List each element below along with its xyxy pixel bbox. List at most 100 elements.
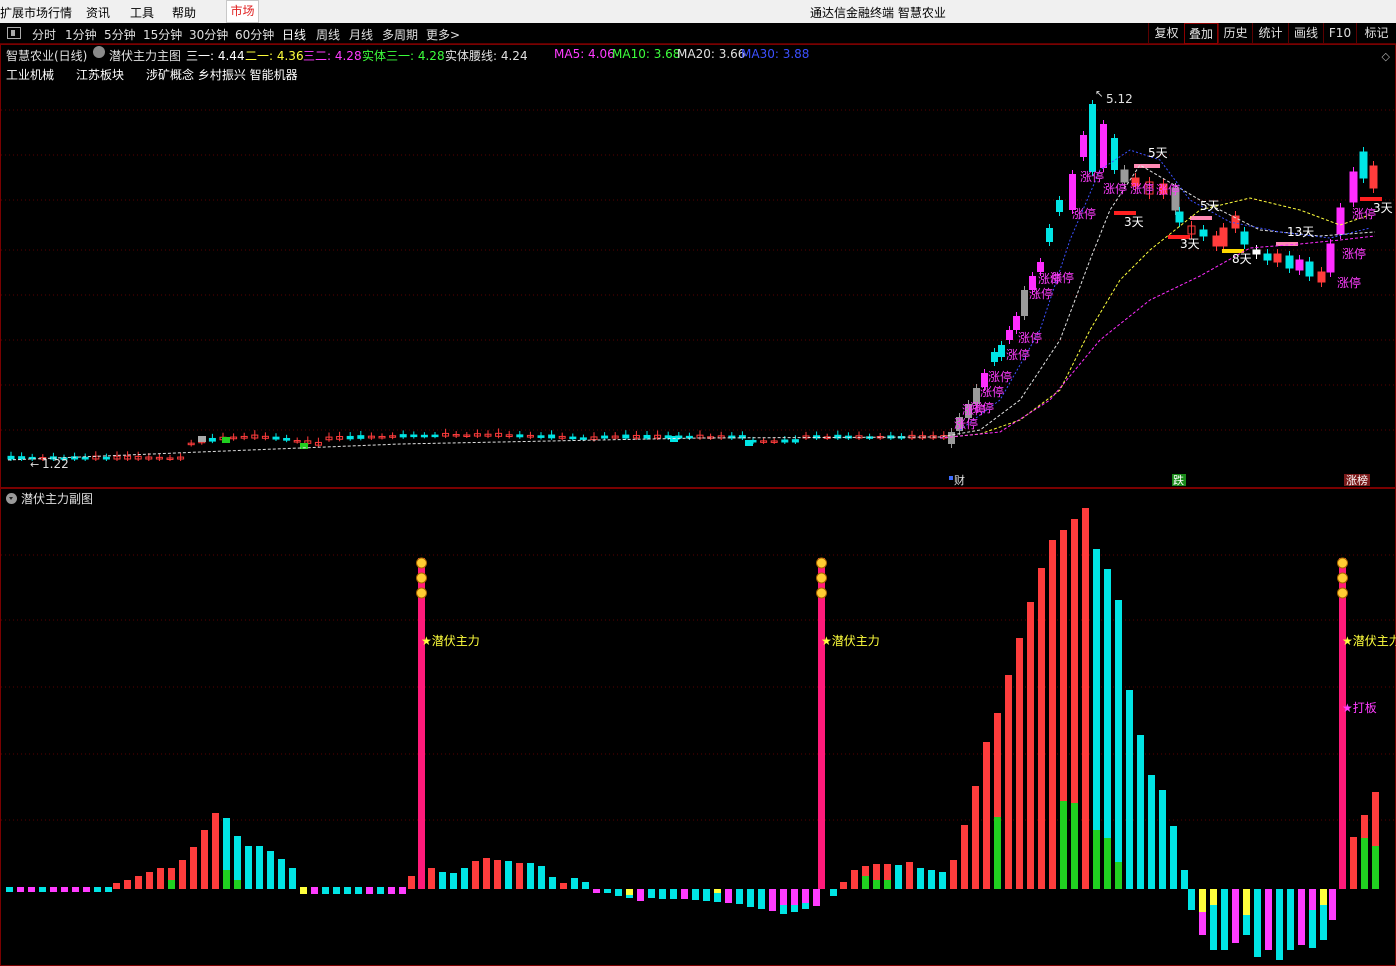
expand-diamond-icon[interactable]: ◇ [1382, 50, 1390, 63]
indicator-bar [582, 882, 589, 889]
indicator-bar [1104, 838, 1111, 889]
indicator-bar [884, 880, 891, 889]
indicator-bar [1126, 690, 1133, 889]
candle-body [791, 439, 799, 443]
indicator-bar [135, 876, 142, 889]
limit-up-label: 涨停 [980, 384, 1004, 399]
menu-help[interactable]: 帮助 [172, 4, 196, 21]
indicator-bar [1027, 602, 1034, 889]
indicator-bar [105, 887, 112, 892]
sub-indicator-name[interactable]: 潜伏主力副图 [21, 492, 93, 506]
period-60min[interactable]: 60分钟 [235, 26, 274, 43]
indicator-bar [1005, 675, 1012, 889]
candle-body [1006, 330, 1013, 340]
candle-body [1013, 316, 1020, 330]
line-value-4: 实体三一: 4.28 [362, 49, 445, 63]
menu-tools[interactable]: 工具 [130, 4, 154, 21]
limit-up-label: 涨停 [1072, 206, 1096, 221]
period-30min[interactable]: 30分钟 [189, 26, 228, 43]
indicator-bar [1298, 889, 1305, 908]
main-kline-chart[interactable]: 5.12↖← 1.22涨停涨停涨停涨停涨停涨停涨停涨停涨停涨停涨停涨停涨停 涨停 涨停… [0, 44, 1396, 488]
mark-button[interactable]: 标记 [1356, 23, 1396, 44]
concept-tag-2[interactable]: 江苏板块 [76, 66, 124, 83]
overlay-button[interactable]: 叠加 [1184, 23, 1218, 44]
indicator-bar [670, 889, 677, 899]
indicator-bar [747, 889, 754, 907]
restore-rights-button[interactable]: 复权 [1148, 23, 1184, 44]
history-button[interactable]: 历史 [1218, 23, 1252, 44]
indicator-bar [1350, 837, 1357, 889]
limit-up-label: 涨停 [1337, 275, 1361, 290]
ma20-value: MA20: 3.66 [677, 47, 746, 61]
indicator-bar [223, 870, 230, 889]
candle-body [1219, 227, 1228, 247]
indicator-bar [83, 887, 90, 892]
draw-line-button[interactable]: 画线 [1288, 23, 1323, 44]
candle-body [1037, 262, 1044, 272]
indicator-bar [917, 868, 924, 889]
limit-up-label: 涨停 [1103, 181, 1127, 196]
indicator-bar [593, 889, 600, 893]
indicator-bar [1287, 889, 1294, 950]
indicator-bar [300, 887, 307, 894]
candle-body [579, 437, 587, 440]
indicator-bar [736, 889, 743, 904]
candle-body [399, 434, 407, 438]
period-15min[interactable]: 15分钟 [143, 26, 182, 43]
sub-indicator-chart[interactable]: ★潜伏主力 ★潜伏主力 ★潜伏主力 ★打板 [0, 488, 1396, 966]
indicator-bar [626, 889, 633, 895]
candle-body [643, 434, 651, 439]
candle-body [431, 434, 439, 438]
panel-toggle-icon[interactable] [7, 27, 21, 39]
indicator-bar [972, 786, 979, 889]
indicator-bar [758, 889, 765, 909]
menu-news[interactable]: 资讯 [86, 4, 110, 21]
candle-body [1336, 207, 1345, 235]
sub-menu-icon[interactable] [6, 493, 17, 504]
statistics-button[interactable]: 统计 [1252, 23, 1288, 44]
indicator-bar [278, 859, 285, 889]
market-tab[interactable]: 市场 [226, 0, 259, 23]
candle-body [1305, 261, 1314, 277]
indicator-bar [483, 858, 490, 889]
day-count-label: 13天 [1287, 225, 1314, 239]
event-badge-marker [949, 476, 953, 480]
ma10-value: MA10: 3.68 [612, 47, 681, 61]
period-timeshare[interactable]: 分时 [32, 26, 56, 43]
concept-tag-1[interactable]: 工业机械 [6, 66, 54, 83]
candle-body [601, 435, 609, 439]
limit-up-label: 涨停 [970, 400, 994, 415]
indicator-bar [714, 889, 721, 893]
menu-extended-market[interactable]: 扩展市场行情 [0, 4, 72, 21]
indicator-bar [725, 889, 732, 903]
period-1min[interactable]: 1分钟 [65, 26, 97, 43]
signal-label: ★潜伏主力 [421, 634, 480, 648]
candle-body [420, 434, 428, 438]
limit-up-label: 涨停 [1050, 270, 1074, 285]
period-weekly[interactable]: 周线 [316, 26, 340, 43]
indicator-bar [769, 889, 776, 911]
indicator-bar [1276, 889, 1283, 960]
main-indicator-info: 智慧农业(日线) 潜伏主力主图 三一: 4.44 二一: 4.36 三二: 4.… [0, 45, 1396, 64]
indicator-bar [802, 889, 809, 903]
indicator-bar [637, 889, 644, 901]
period-multi[interactable]: 多周期 [382, 26, 418, 43]
indicator-bar [961, 825, 968, 889]
period-monthly[interactable]: 月线 [349, 26, 373, 43]
period-daily[interactable]: 日线 [282, 26, 306, 43]
indicator-bar [1093, 830, 1100, 889]
f10-button[interactable]: F10 [1323, 23, 1356, 44]
main-indicator-name[interactable]: 潜伏主力主图 [109, 47, 181, 64]
concept-tag-3[interactable]: 涉矿概念 乡村振兴 智能机器 [146, 66, 298, 83]
indicator-bar [168, 880, 175, 889]
candle-body [222, 437, 230, 443]
indicator-bar [179, 860, 186, 889]
candle-body [548, 434, 556, 439]
signal-pillar [818, 558, 825, 889]
period-5min[interactable]: 5分钟 [104, 26, 136, 43]
indicator-bar [1170, 826, 1177, 889]
indicator-menu-icon[interactable] [93, 46, 105, 58]
indicator-bar [648, 889, 655, 898]
period-more[interactable]: 更多> [426, 26, 460, 43]
indicator-bar [201, 830, 208, 889]
